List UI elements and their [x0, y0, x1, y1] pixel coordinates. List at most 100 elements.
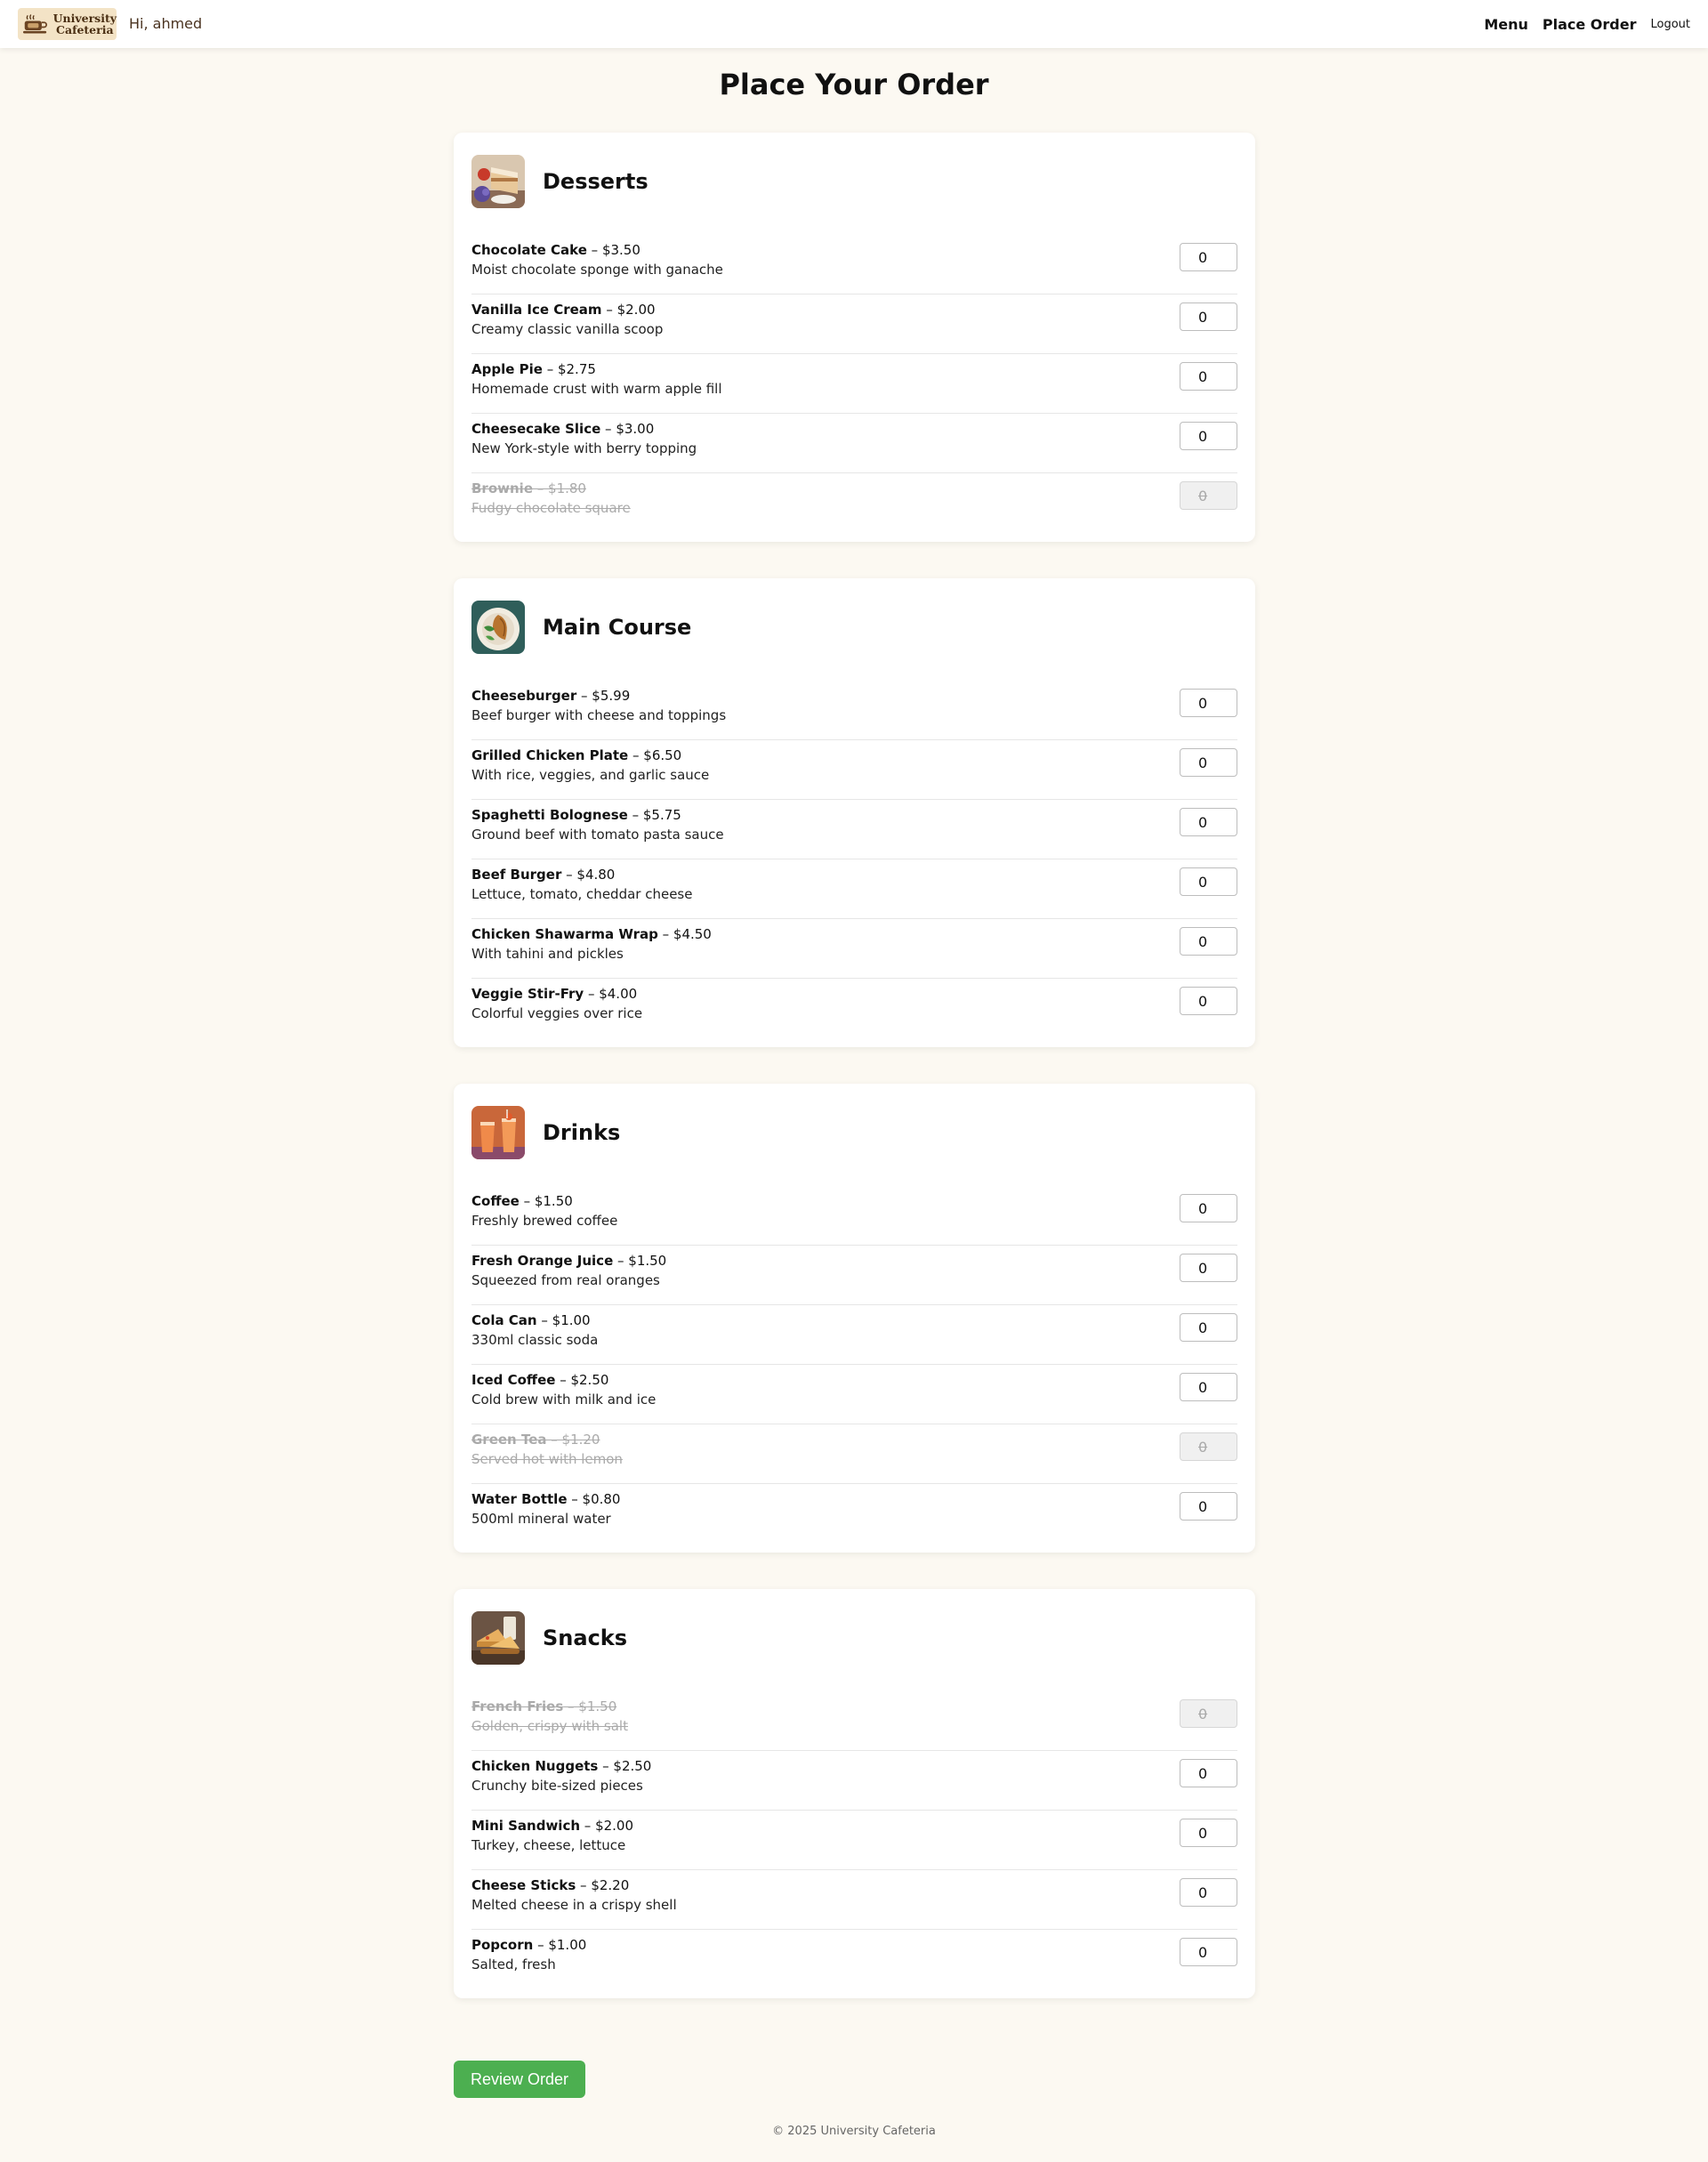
menu-item: Cheeseburger – $5.99 Beef burger with ch…	[471, 681, 1237, 740]
item-description: Homemade crust with warm apple fill	[471, 381, 722, 397]
category-title: Main Course	[543, 615, 692, 640]
item-name: Iced Coffee	[471, 1372, 556, 1388]
menu-item: Vanilla Ice Cream – $2.00 Creamy classic…	[471, 294, 1237, 354]
item-price: – $1.50	[563, 1698, 617, 1714]
category-title: Drinks	[543, 1120, 621, 1145]
quantity-input[interactable]	[1180, 1492, 1237, 1521]
drinks-image	[471, 1106, 525, 1159]
item-name: Chicken Nuggets	[471, 1758, 599, 1774]
quantity-input[interactable]	[1180, 867, 1237, 896]
item-price: – $2.50	[555, 1372, 609, 1388]
menu-item: Mini Sandwich – $2.00 Turkey, cheese, le…	[471, 1811, 1237, 1870]
category-header: Drinks	[471, 1106, 620, 1159]
item-description: Salted, fresh	[471, 1956, 556, 1972]
quantity-input[interactable]	[1180, 689, 1237, 717]
item-name: Veggie Stir-Fry	[471, 986, 584, 1002]
quantity-input[interactable]	[1180, 748, 1237, 777]
quantity-input[interactable]	[1180, 1938, 1237, 1966]
menu-item: Spaghetti Bolognese – $5.75 Ground beef …	[471, 800, 1237, 859]
item-price: – $2.75	[542, 361, 596, 377]
desserts-image	[471, 155, 525, 208]
quantity-input[interactable]	[1180, 243, 1237, 271]
item-price: – $2.00	[601, 302, 656, 318]
item-name: Chocolate Cake	[471, 242, 587, 258]
item-price: – $1.80	[533, 480, 586, 496]
quantity-input[interactable]	[1180, 1373, 1237, 1401]
category-title: Desserts	[543, 169, 649, 194]
quantity-input[interactable]	[1180, 422, 1237, 450]
nav-link-menu[interactable]: Menu	[1484, 16, 1528, 33]
item-price: – $4.80	[561, 867, 616, 883]
item-name: Coffee	[471, 1193, 520, 1209]
quantity-input[interactable]	[1180, 1759, 1237, 1787]
snacks-image	[471, 1611, 525, 1665]
quantity-input-disabled	[1180, 1432, 1237, 1461]
item-price: – $3.00	[600, 421, 655, 437]
item-description: Lettuce, tomato, cheddar cheese	[471, 886, 693, 902]
quantity-input[interactable]	[1180, 987, 1237, 1015]
menu-item: Fresh Orange Juice – $1.50 Squeezed from…	[471, 1246, 1237, 1305]
footer-copyright: © 2025 University Cafeteria	[772, 2125, 936, 2138]
item-price: – $2.20	[576, 1877, 630, 1893]
logout-link[interactable]: Logout	[1650, 18, 1690, 31]
menu-item: Water Bottle – $0.80 500ml mineral water	[471, 1484, 1237, 1544]
item-description: Cold brew with milk and ice	[471, 1392, 657, 1408]
quantity-input[interactable]	[1180, 1878, 1237, 1907]
item-price: – $5.99	[576, 688, 631, 704]
quantity-input[interactable]	[1180, 1313, 1237, 1342]
menu-item: Chocolate Cake – $3.50 Moist chocolate s…	[471, 235, 1237, 294]
cafeteria-logo[interactable]: University Cafeteria	[18, 8, 117, 40]
item-description: Turkey, cheese, lettuce	[471, 1837, 626, 1853]
menu-item: Popcorn – $1.00 Salted, fresh	[471, 1930, 1237, 1989]
item-name: Brownie	[471, 480, 533, 496]
item-price: – $0.80	[567, 1491, 621, 1507]
category-card-drinks: Drinks Coffee – $1.50 Freshly brewed cof…	[454, 1084, 1255, 1553]
quantity-input[interactable]	[1180, 927, 1237, 956]
category-card-main-course: Main Course Cheeseburger – $5.99 Beef bu…	[454, 578, 1255, 1047]
item-description: Golden, crispy with salt	[471, 1718, 628, 1734]
item-price: – $2.50	[598, 1758, 652, 1774]
quantity-input-disabled	[1180, 481, 1237, 510]
item-name: Beef Burger	[471, 867, 562, 883]
item-name: Cheesecake Slice	[471, 421, 601, 437]
category-card-snacks: Snacks French Fries – $1.50 Golden, cris…	[454, 1589, 1255, 1998]
quantity-input[interactable]	[1180, 1819, 1237, 1847]
item-price: – $1.00	[536, 1312, 591, 1328]
item-name: Cola Can	[471, 1312, 537, 1328]
item-price: – $1.50	[613, 1253, 667, 1269]
item-name: Cheeseburger	[471, 688, 577, 704]
menu-item: Iced Coffee – $2.50 Cold brew with milk …	[471, 1365, 1237, 1424]
nav-link-place-order[interactable]: Place Order	[1543, 16, 1637, 33]
quantity-input[interactable]	[1180, 1254, 1237, 1282]
item-price: – $6.50	[628, 747, 682, 763]
menu-item-unavailable: Brownie – $1.80 Fudgy chocolate square	[471, 473, 1237, 533]
quantity-input[interactable]	[1180, 362, 1237, 391]
menu-item: Coffee – $1.50 Freshly brewed coffee	[471, 1186, 1237, 1246]
review-order-button[interactable]: Review Order	[454, 2061, 585, 2098]
menu-item: Chicken Nuggets – $2.50 Crunchy bite-siz…	[471, 1751, 1237, 1811]
menu-item: Cheese Sticks – $2.20 Melted cheese in a…	[471, 1870, 1237, 1930]
menu-item: Apple Pie – $2.75 Homemade crust with wa…	[471, 354, 1237, 414]
menu-item: Cola Can – $1.00 330ml classic soda	[471, 1305, 1237, 1365]
user-greeting: Hi, ahmed	[129, 15, 203, 32]
quantity-input[interactable]	[1180, 1194, 1237, 1222]
quantity-input[interactable]	[1180, 303, 1237, 331]
item-name: Popcorn	[471, 1937, 534, 1953]
item-description: 330ml classic soda	[471, 1332, 599, 1348]
quantity-input-disabled	[1180, 1699, 1237, 1728]
item-description: Melted cheese in a crispy shell	[471, 1897, 677, 1913]
item-description: Squeezed from real oranges	[471, 1272, 660, 1288]
navbar: University Cafeteria Hi, ahmed Menu Plac…	[0, 0, 1708, 48]
item-description: 500ml mineral water	[471, 1511, 611, 1527]
menu-item: Chicken Shawarma Wrap – $4.50 With tahin…	[471, 919, 1237, 979]
item-description: Colorful veggies over rice	[471, 1005, 643, 1021]
quantity-input[interactable]	[1180, 808, 1237, 836]
item-description: Creamy classic vanilla scoop	[471, 321, 664, 337]
item-name: Fresh Orange Juice	[471, 1253, 614, 1269]
item-name: Water Bottle	[471, 1491, 568, 1507]
item-name: Cheese Sticks	[471, 1877, 576, 1893]
item-description: Moist chocolate sponge with ganache	[471, 262, 723, 278]
menu-item: Veggie Stir-Fry – $4.00 Colorful veggies…	[471, 979, 1237, 1038]
category-card-desserts: Desserts Chocolate Cake – $3.50 Moist ch…	[454, 133, 1255, 542]
main-course-image	[471, 601, 525, 654]
